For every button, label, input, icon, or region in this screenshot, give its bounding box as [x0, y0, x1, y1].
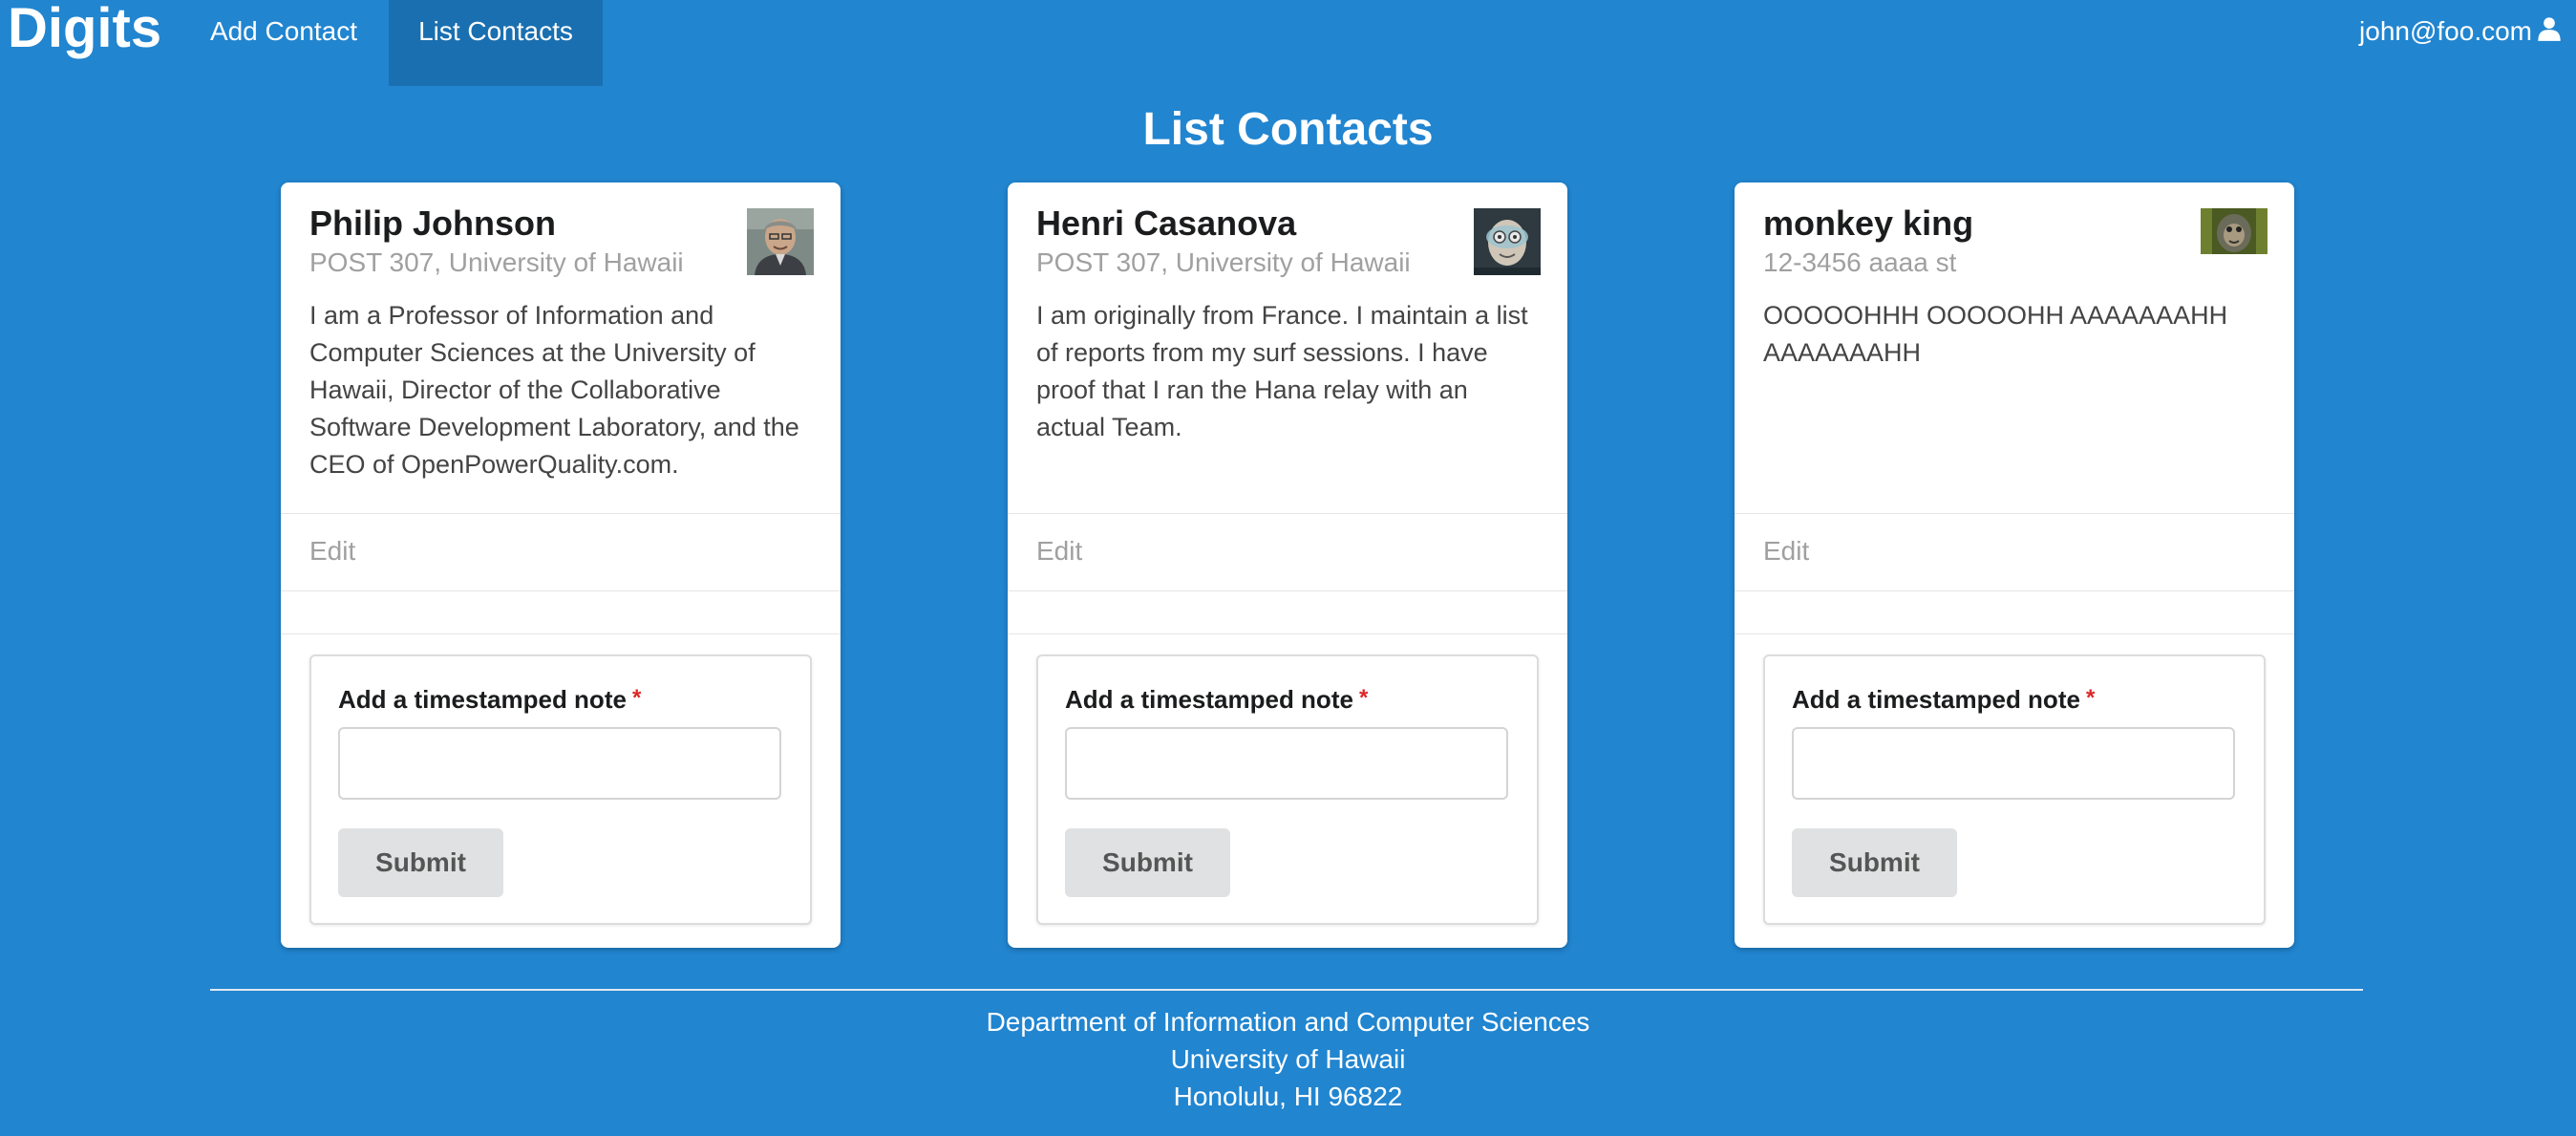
contact-address: 12-3456 aaaa st — [1763, 247, 1957, 277]
note-form: Add a timestamped note * Submit — [1763, 654, 2266, 925]
contact-address: POST 307, University of Hawaii — [1036, 247, 1411, 277]
required-marker: * — [1358, 685, 1369, 711]
card-header: Henri Casanova POST 307, University of H… — [1036, 202, 1539, 280]
user-email: john@foo.com — [2359, 16, 2532, 46]
contact-avatar — [2201, 208, 2267, 254]
footer: Department of Information and Computer S… — [0, 1003, 2576, 1115]
card-divider — [1008, 590, 1567, 591]
card-divider — [1735, 633, 2294, 634]
top-navbar: Digits Add Contact List Contacts john@fo… — [0, 0, 2576, 86]
contact-description: I am originally from France. I maintain … — [1036, 301, 1528, 441]
footer-address: Honolulu, HI 96822 — [1173, 1082, 1403, 1111]
footer-divider — [210, 989, 2363, 991]
page-title: List Contacts — [1142, 104, 1434, 155]
contact-name: Henri Casanova — [1036, 204, 1297, 243]
required-marker: * — [631, 685, 642, 711]
note-label: Add a timestamped note * — [338, 685, 642, 714]
note-input[interactable] — [338, 727, 781, 800]
contact-name: Philip Johnson — [309, 204, 556, 243]
footer-university: University of Hawaii — [1170, 1044, 1406, 1074]
submit-button[interactable]: Submit — [1792, 828, 1957, 897]
contact-card: monkey king 12-3456 aaaa st OOOOOHHH OOO… — [1735, 182, 2294, 948]
contact-card: Philip Johnson POST 307, University of H… — [281, 182, 841, 948]
contact-avatar — [747, 208, 814, 275]
brand-logo[interactable]: Digits — [8, 0, 161, 59]
card-header: Philip Johnson POST 307, University of H… — [309, 202, 812, 280]
nav-list-contacts[interactable]: List Contacts — [389, 0, 603, 86]
contact-name: monkey king — [1763, 204, 1974, 243]
submit-button[interactable]: Submit — [1065, 828, 1230, 897]
user-menu[interactable]: john@foo.com — [2359, 0, 2563, 63]
card-divider — [1008, 633, 1567, 634]
nav-add-contact[interactable]: Add Contact — [183, 0, 384, 86]
submit-button[interactable]: Submit — [338, 828, 503, 897]
contact-address: POST 307, University of Hawaii — [309, 247, 684, 277]
card-header: monkey king 12-3456 aaaa st — [1763, 202, 2266, 280]
contact-card: Henri Casanova POST 307, University of H… — [1008, 182, 1567, 948]
card-divider — [281, 590, 841, 591]
edit-link[interactable]: Edit — [1763, 536, 1809, 567]
card-divider — [1008, 513, 1567, 514]
card-divider — [281, 513, 841, 514]
edit-link[interactable]: Edit — [309, 536, 355, 567]
footer-department: Department of Information and Computer S… — [986, 1007, 1590, 1037]
note-form: Add a timestamped note * Submit — [1036, 654, 1539, 925]
note-form: Add a timestamped note * Submit — [309, 654, 812, 925]
edit-link[interactable]: Edit — [1036, 536, 1082, 567]
card-divider — [281, 633, 841, 634]
contact-avatar — [1474, 208, 1541, 275]
contact-description: OOOOOHHH OOOOOHH AAAAAAAHH AAAAAAAHH — [1763, 301, 2228, 367]
contact-description: I am a Professor of Information and Comp… — [309, 301, 799, 479]
required-marker: * — [2085, 685, 2096, 711]
user-icon — [2532, 15, 2563, 49]
note-input[interactable] — [1065, 727, 1508, 800]
note-input[interactable] — [1792, 727, 2235, 800]
card-divider — [1735, 590, 2294, 591]
note-label: Add a timestamped note * — [1065, 685, 1369, 714]
note-label: Add a timestamped note * — [1792, 685, 2096, 714]
card-divider — [1735, 513, 2294, 514]
